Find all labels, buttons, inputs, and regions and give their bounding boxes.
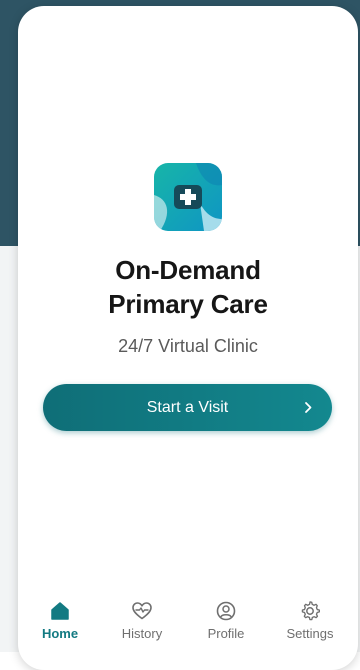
heart-icon	[100, 600, 184, 622]
clinic-subtitle: 24/7 Virtual Clinic	[118, 336, 258, 356]
start-visit-label: Start a Visit	[146, 399, 229, 416]
chevron-right-icon	[302, 400, 314, 415]
tab-settings[interactable]: Settings	[268, 600, 352, 644]
user-circle-icon	[184, 600, 268, 622]
page-title: On-Demand Primary Care	[18, 253, 358, 321]
start-visit-button[interactable]: Start a Visit	[43, 384, 332, 431]
bottom-tab-bar: Home History Profile Settings	[18, 592, 358, 652]
tab-settings-label: Settings	[286, 626, 334, 641]
tab-profile[interactable]: Profile	[184, 600, 268, 644]
title-line-1: On-Demand	[115, 255, 261, 285]
tab-home[interactable]: Home	[18, 600, 102, 644]
tab-history[interactable]: History	[100, 600, 184, 644]
tab-profile-label: Profile	[207, 626, 245, 641]
tab-history-label: History	[121, 626, 163, 641]
home-icon	[18, 600, 102, 622]
medical-cross-app-icon	[154, 163, 222, 231]
gear-icon	[268, 600, 352, 622]
title-line-2: Primary Care	[108, 289, 268, 319]
tab-home-label: Home	[41, 626, 79, 641]
app-card: On-Demand Primary Care 24/7 Virtual Clin…	[18, 6, 358, 670]
